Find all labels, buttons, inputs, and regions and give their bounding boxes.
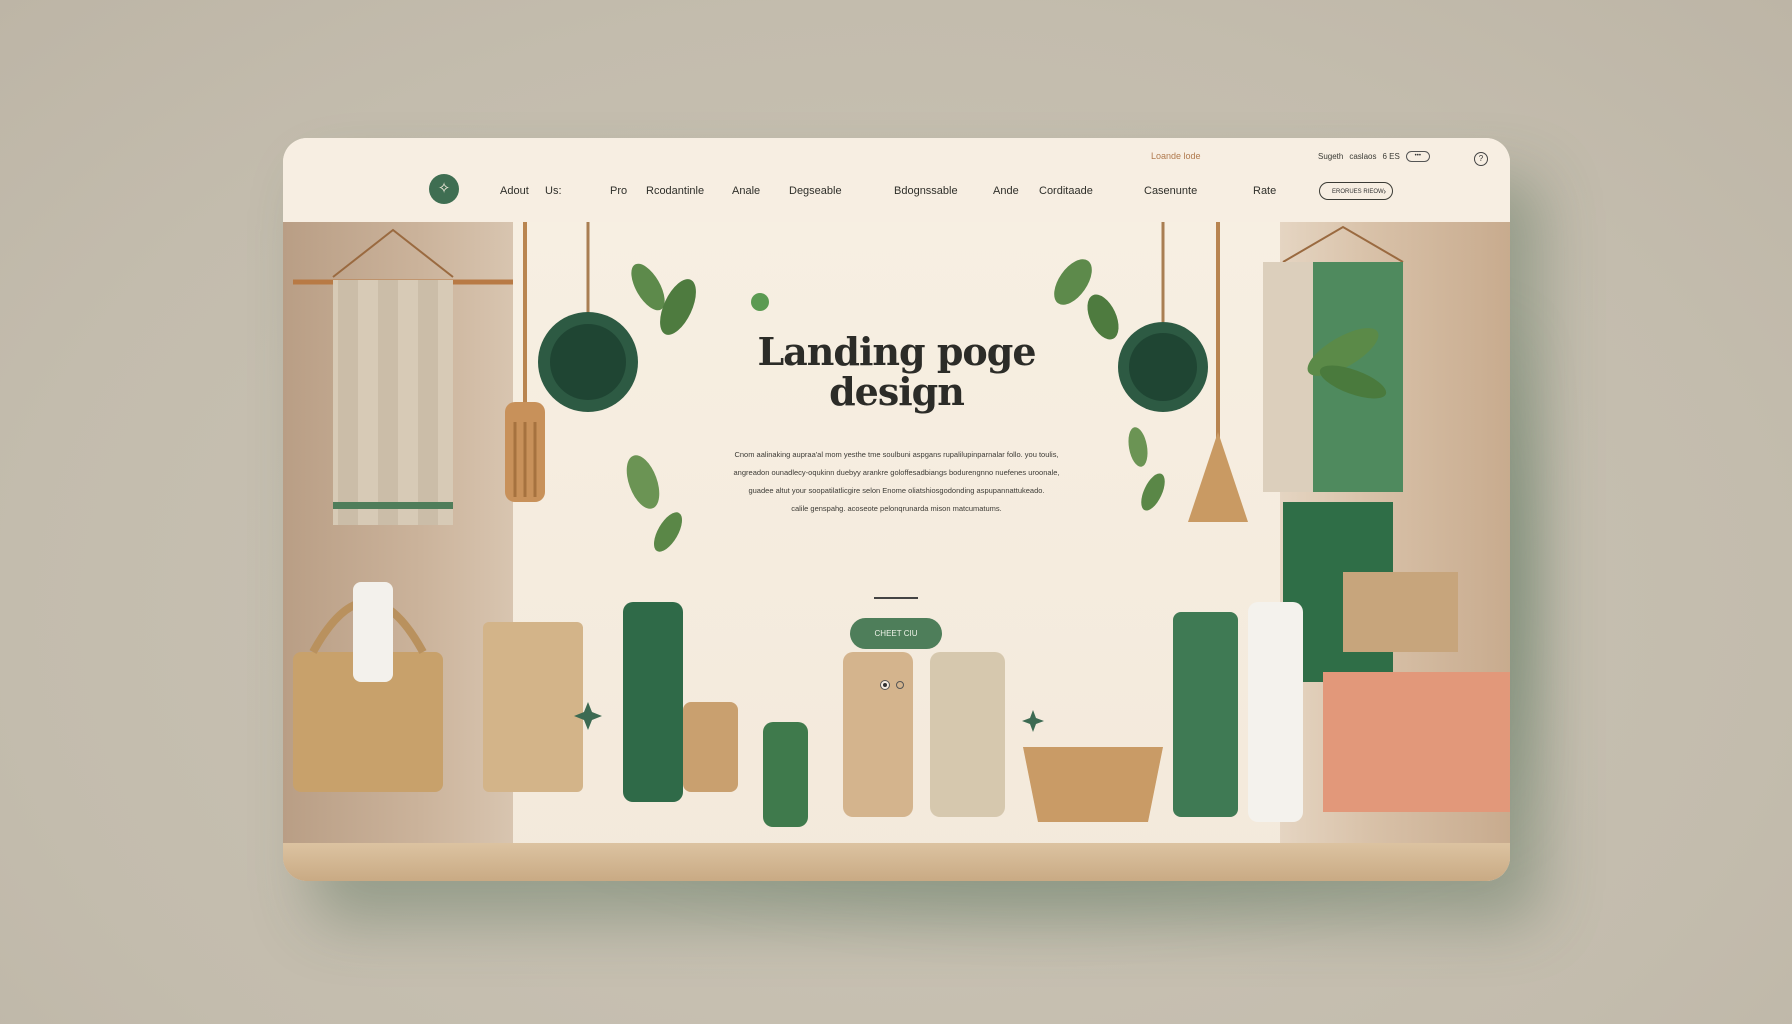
hero-illustration <box>293 222 1510 827</box>
utility-bar: Sugeth caslaos 6 ES ••• <box>1318 151 1430 162</box>
arrow-right-icon: › <box>1383 187 1386 196</box>
nav-item-rate[interactable]: Rate <box>1253 185 1276 197</box>
basket-left <box>293 582 443 792</box>
green-soap-bottle <box>623 602 683 802</box>
cork-jar-2 <box>930 652 1005 817</box>
help-icon[interactable]: ? <box>1474 152 1488 166</box>
nav-item-us[interactable]: Us: <box>545 185 562 197</box>
gift-box <box>1323 672 1510 812</box>
landing-page-mockup: Loande lode Sugeth caslaos 6 ES ••• ? ✧ … <box>283 138 1510 881</box>
utility-toggle[interactable]: ••• <box>1405 151 1430 162</box>
header-cta-label: ERORUES RIEOW <box>1332 189 1384 195</box>
nav-item-about[interactable]: Adout <box>500 185 529 197</box>
utility-language[interactable]: 6 ES <box>1382 152 1399 161</box>
carousel-dot[interactable] <box>881 681 889 689</box>
hero-title: Landing poge design <box>283 332 1510 412</box>
hero-section: Landing poge design Cnom aalinaking aupr… <box>283 222 1510 881</box>
hero-description: Cnom aalinaking aupraa'al mom yesthe tme… <box>733 448 1060 520</box>
nav-item-degseable[interactable]: Degseable <box>789 185 842 197</box>
nav-item-casenunte[interactable]: Casenunte <box>1144 185 1197 197</box>
white-bottle <box>1248 602 1303 822</box>
divider <box>874 597 918 599</box>
nav-item-ande[interactable]: Ande <box>993 185 1019 197</box>
hero-title-line1: Landing poge <box>757 329 1036 374</box>
hero-description-line: calile genspahg. acoseote pelonqrunarda … <box>791 504 1002 513</box>
hero-description-line: guadee altut your soopatilatlicgire selo… <box>748 486 1045 495</box>
nav-item-biodegradable[interactable]: Bdognssable <box>894 185 958 197</box>
nav-item-products[interactable]: Rcodantinle <box>646 185 704 197</box>
nav-item-corditaade[interactable]: Corditaade <box>1039 185 1093 197</box>
hero-cta-button[interactable]: CHEET CIU <box>850 618 942 649</box>
cork-jar-1 <box>843 652 913 817</box>
nav-item-pro[interactable]: Pro <box>610 185 627 197</box>
hero-description-line: angreadon ounadlecy-oqukinn duebyy arank… <box>733 468 1060 477</box>
carousel-dots <box>881 681 904 689</box>
header-cta-button[interactable]: ERORUES RIEOW › <box>1319 182 1393 200</box>
spray-bottle <box>1173 612 1238 817</box>
hero-description-line: Cnom aalinaking aupraa'al mom yesthe tme… <box>734 450 1059 459</box>
utility-account-link[interactable]: caslaos <box>1349 152 1376 161</box>
small-green-bottle <box>763 722 808 827</box>
nav-item-anale[interactable]: Anale <box>732 185 760 197</box>
bowl <box>1023 747 1163 822</box>
hero-title-line2: design <box>829 369 965 414</box>
top-link[interactable]: Loande lode <box>1151 151 1201 161</box>
utility-search-link[interactable]: Sugeth <box>1318 152 1343 161</box>
wooden-shelf <box>283 843 1510 881</box>
utensil-holder <box>483 622 583 792</box>
carousel-dot[interactable] <box>896 681 904 689</box>
site-header: Loande lode Sugeth caslaos 6 ES ••• ? ✧ … <box>283 138 1510 223</box>
